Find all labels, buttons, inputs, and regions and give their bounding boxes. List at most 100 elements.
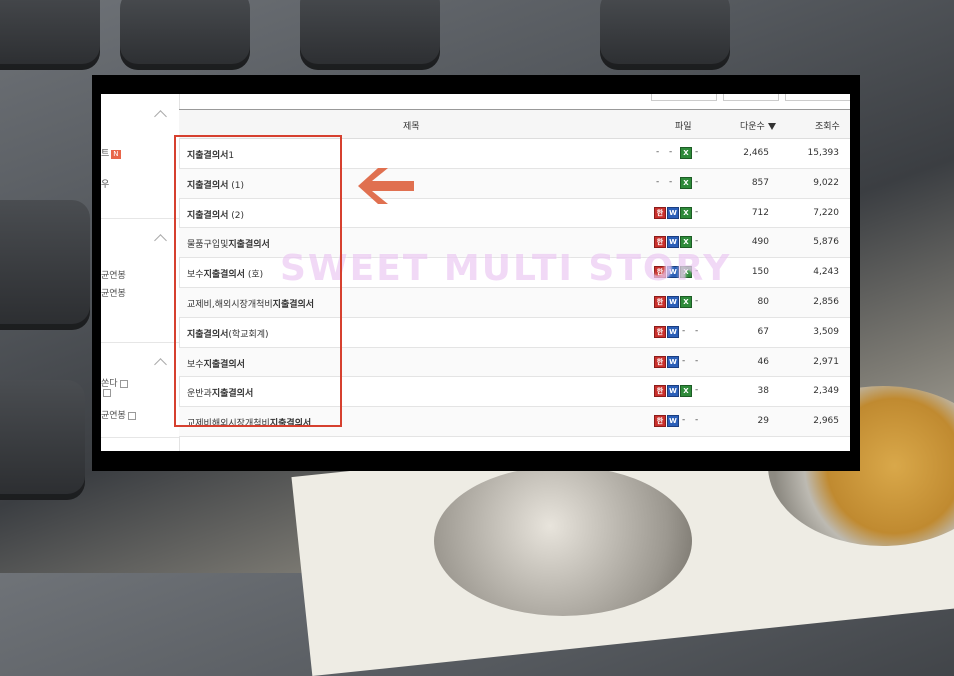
- file-icons: 한WX-: [654, 385, 714, 398]
- view-count: 15,393: [807, 148, 840, 158]
- chevron-up-icon[interactable]: [154, 110, 167, 123]
- download-count: 29: [757, 416, 769, 427]
- download-count: 38: [757, 386, 769, 397]
- no-file-dash: -: [656, 176, 660, 187]
- highlight-box: [174, 135, 342, 427]
- no-file-dash: -: [682, 325, 686, 336]
- no-file-dash: -: [695, 236, 699, 247]
- view-count: 2,349: [813, 386, 839, 397]
- view-count: 5,876: [813, 237, 839, 248]
- excel-file-icon[interactable]: X: [680, 206, 692, 219]
- sidebar-item[interactable]: [101, 388, 111, 398]
- sidebar-item-label: 트: [101, 149, 110, 159]
- sort-select[interactable]: [651, 94, 717, 101]
- header-downloads[interactable]: 다운수: [740, 119, 776, 132]
- sidebar-section: 균연봉 균연봉: [101, 218, 179, 343]
- download-count: 80: [757, 296, 769, 307]
- filter-select[interactable]: [723, 94, 779, 101]
- sidebar-item[interactable]: 우: [101, 177, 109, 190]
- file-icons: --X-: [654, 176, 714, 190]
- arrow-left-icon: [358, 168, 414, 204]
- no-file-dash: -: [695, 295, 699, 306]
- sidebar-item[interactable]: 균연봉: [101, 286, 126, 299]
- view-count: 4,243: [813, 267, 839, 278]
- excel-file-icon[interactable]: X: [680, 236, 692, 249]
- checkbox-icon: [119, 379, 128, 388]
- word-file-icon[interactable]: W: [667, 385, 679, 398]
- excel-file-icon[interactable]: X: [680, 385, 692, 398]
- header-file: 파일: [675, 122, 692, 132]
- hwp-file-icon[interactable]: 한: [654, 385, 666, 398]
- sidebar: 트N 우 균연봉 균연봉 쏜다 균연봉: [101, 94, 180, 451]
- download-count: 857: [751, 177, 769, 188]
- header-title[interactable]: 제목: [403, 119, 420, 132]
- word-file-icon[interactable]: W: [667, 325, 679, 338]
- header-views[interactable]: 조회수: [815, 119, 840, 132]
- download-count: 712: [751, 207, 769, 218]
- word-file-icon[interactable]: W: [667, 236, 679, 249]
- background-calculator-key: [0, 0, 100, 70]
- no-file-dash: -: [695, 206, 699, 217]
- background-calculator-key: [300, 0, 440, 70]
- hwp-file-icon[interactable]: 한: [654, 415, 666, 428]
- header-downloads-label: 다운수: [740, 122, 765, 132]
- new-badge: N: [111, 150, 121, 159]
- background-calculator-key: [600, 0, 730, 70]
- word-file-icon[interactable]: W: [667, 415, 679, 428]
- view-count: 9,022: [813, 177, 839, 188]
- checkbox-icon: [127, 411, 136, 420]
- sidebar-section: 쏜다 균연봉: [101, 342, 179, 438]
- download-count: 2,465: [743, 148, 769, 158]
- chevron-up-icon[interactable]: [154, 358, 167, 371]
- hwp-file-icon[interactable]: 한: [654, 325, 666, 338]
- no-file-dash: -: [695, 176, 699, 187]
- hwp-file-icon[interactable]: 한: [654, 236, 666, 249]
- sidebar-item[interactable]: 균연봉: [101, 268, 126, 281]
- sidebar-item[interactable]: 트N: [101, 146, 121, 159]
- hwp-file-icon[interactable]: 한: [654, 206, 666, 219]
- no-file-dash: -: [682, 355, 686, 366]
- view-count: 2,856: [813, 296, 839, 307]
- file-icons: 한WX-: [654, 295, 714, 309]
- no-file-dash: -: [695, 415, 699, 426]
- download-count: 67: [757, 326, 769, 337]
- file-icons: 한W--: [654, 415, 714, 428]
- background-calculator-key: [0, 200, 90, 330]
- no-file-dash: -: [695, 355, 699, 366]
- file-icons: --X-: [654, 147, 714, 160]
- top-controls: [651, 94, 850, 101]
- no-file-dash: -: [682, 415, 686, 426]
- chevron-up-icon[interactable]: [154, 234, 167, 247]
- no-file-dash: -: [669, 176, 673, 187]
- excel-file-icon[interactable]: X: [680, 295, 692, 308]
- file-icons: 한W--: [654, 355, 714, 369]
- file-icons: 한W--: [654, 325, 714, 339]
- no-file-dash: -: [669, 147, 673, 157]
- sidebar-item[interactable]: 균연봉: [101, 408, 136, 421]
- page-size-select[interactable]: [785, 94, 850, 101]
- no-file-dash: -: [695, 325, 699, 336]
- sort-down-icon: [767, 123, 776, 130]
- download-count: 490: [751, 237, 769, 248]
- background-calculator-key: [0, 380, 85, 500]
- word-file-icon[interactable]: W: [667, 355, 679, 368]
- view-count: 3,509: [813, 326, 839, 337]
- excel-file-icon[interactable]: X: [680, 147, 692, 159]
- view-count: 2,971: [813, 356, 839, 367]
- view-count: 2,965: [813, 416, 839, 427]
- excel-file-icon[interactable]: X: [680, 176, 692, 189]
- sidebar-item-label: 균연봉: [101, 411, 126, 421]
- hwp-file-icon[interactable]: 한: [654, 295, 666, 308]
- no-file-dash: -: [695, 147, 699, 157]
- no-file-dash: -: [695, 385, 699, 396]
- download-count: 46: [757, 356, 769, 367]
- file-icons: 한WX-: [654, 206, 714, 220]
- background-calculator-key: [120, 0, 250, 70]
- checkbox-icon: [103, 388, 111, 397]
- background-coin: [434, 466, 692, 616]
- hwp-file-icon[interactable]: 한: [654, 355, 666, 368]
- view-count: 7,220: [813, 207, 839, 218]
- word-file-icon[interactable]: W: [667, 206, 679, 219]
- watermark: SWEET MULTI STORY: [280, 248, 732, 289]
- word-file-icon[interactable]: W: [667, 295, 679, 308]
